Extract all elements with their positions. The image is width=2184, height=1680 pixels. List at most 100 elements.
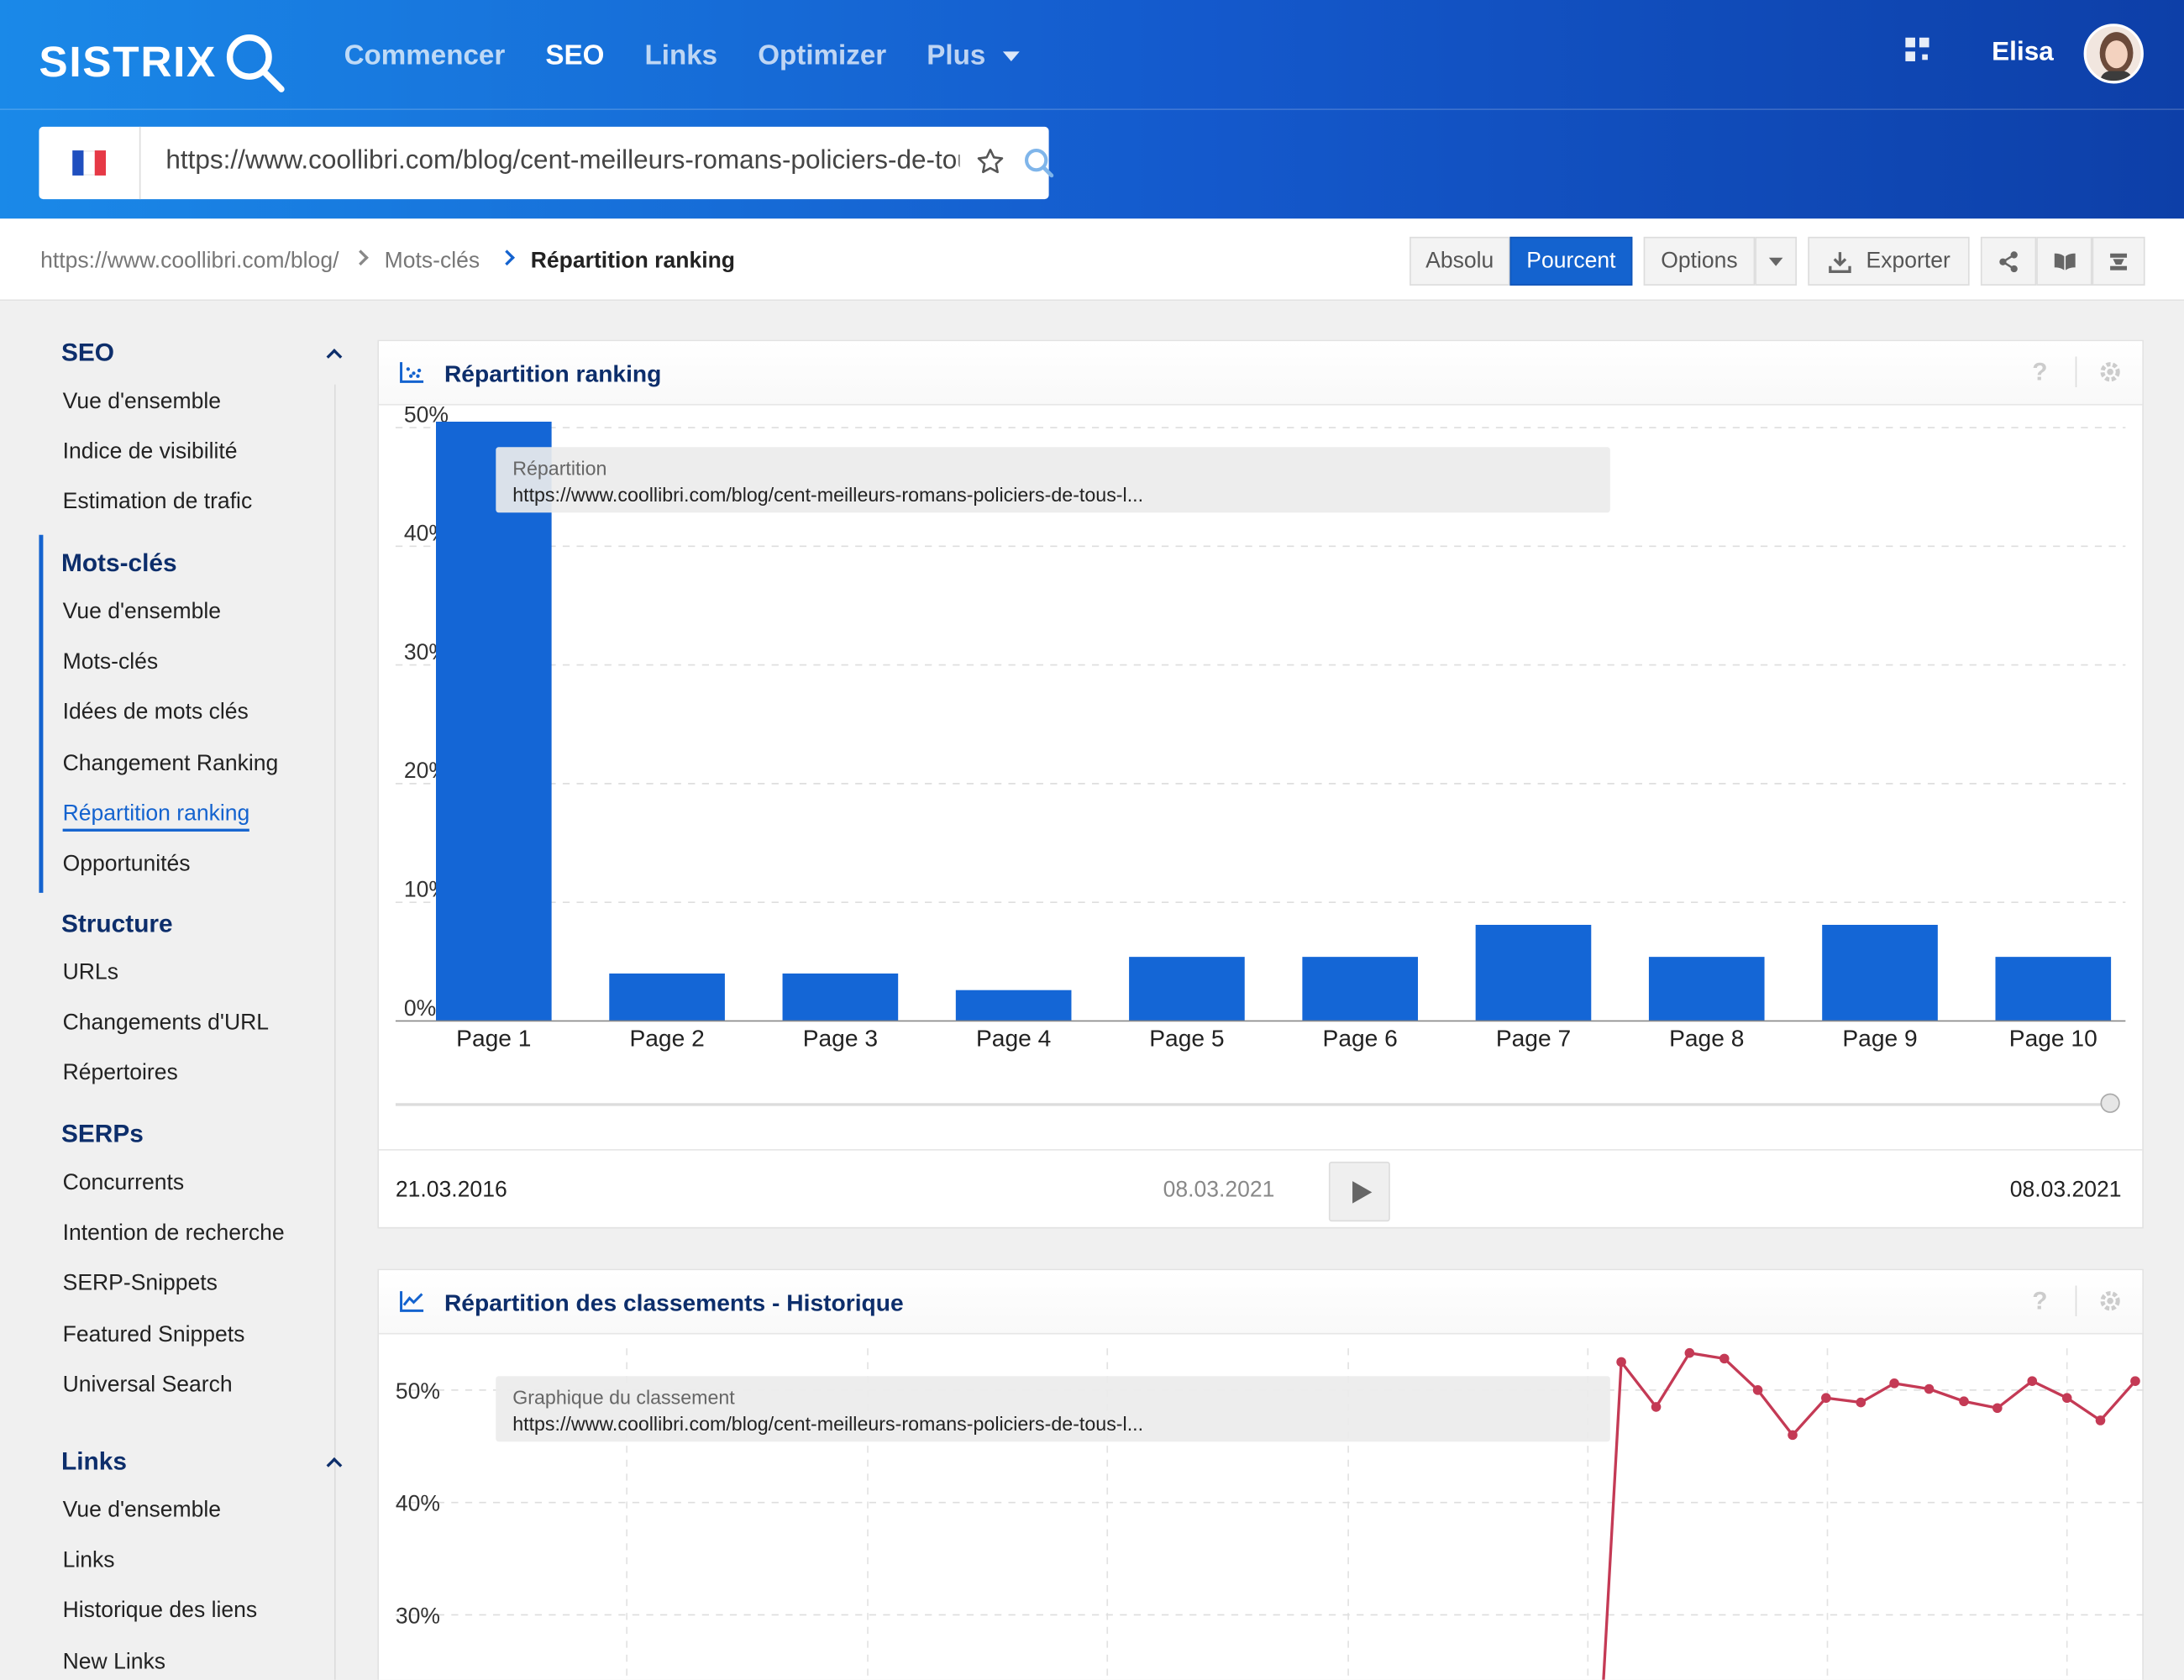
nav-optimizer[interactable]: Optimizer [758, 36, 886, 75]
sidebar-item-repartition-ranking[interactable]: Répartition ranking [62, 802, 250, 832]
help-icon[interactable]: ? [2032, 358, 2047, 387]
breadcrumb-domain[interactable]: https://www.coollibri.com/blog/ [40, 249, 344, 275]
options-button[interactable]: Options [1643, 236, 1756, 286]
data-point[interactable] [1821, 1393, 1831, 1404]
flag-stripe-red [94, 150, 107, 176]
chevron-up-icon[interactable] [326, 349, 343, 365]
timeline-slider-handle[interactable] [2100, 1093, 2120, 1113]
breadcrumb-chevron-icon [499, 249, 515, 266]
apps-grid-icon[interactable] [1905, 37, 1930, 63]
bar-page-4[interactable] [955, 990, 1072, 1021]
flag-stripe-blue [72, 150, 84, 176]
share-button[interactable] [1980, 236, 2037, 286]
pourcent-toggle-button[interactable]: Pourcent [1509, 236, 1633, 286]
data-point[interactable] [1959, 1396, 1969, 1407]
data-point[interactable] [1992, 1403, 2003, 1414]
sistrix-logo[interactable]: SISTRIX [39, 28, 289, 97]
bar-page-5[interactable] [1129, 957, 1245, 1021]
play-button[interactable] [1328, 1161, 1390, 1222]
nav-links[interactable]: Links [644, 36, 717, 75]
x-tick-label: Page 2 [629, 1024, 704, 1051]
sidebar-item-historique-des-liens[interactable]: Historique des liens [63, 1599, 258, 1625]
sidebar-item-concurrents[interactable]: Concurrents [63, 1172, 185, 1197]
sidebar-section-structure[interactable]: Structure [61, 910, 173, 939]
sidebar-item-intention-de-recherche[interactable]: Intention de recherche [63, 1222, 285, 1247]
bar-page-8[interactable] [1648, 957, 1765, 1021]
user-avatar[interactable] [2083, 24, 2144, 84]
sidebar-item-vue-d-ensemble[interactable]: Vue d'ensemble [63, 1499, 221, 1524]
sidebar-item-featured-snippets[interactable]: Featured Snippets [63, 1323, 245, 1348]
x-tick-label: Page 5 [1149, 1024, 1224, 1051]
bar-page-3[interactable] [782, 973, 899, 1021]
report-book-button[interactable] [2036, 236, 2092, 286]
data-point[interactable] [1924, 1383, 1935, 1394]
data-point[interactable] [1889, 1378, 1899, 1389]
absolu-toggle-button[interactable]: Absolu [1410, 236, 1510, 286]
nav-seo[interactable]: SEO [545, 36, 604, 75]
star-icon[interactable] [975, 146, 1005, 176]
breadcrumb-chevron-icon [353, 249, 369, 266]
gear-icon[interactable] [2097, 360, 2123, 385]
data-point[interactable] [1616, 1357, 1626, 1368]
search-icon[interactable] [1022, 146, 1056, 180]
breadcrumb-keywords[interactable]: Mots-clés [385, 249, 480, 275]
bar-page-6[interactable] [1302, 957, 1419, 1021]
nav-commencer[interactable]: Commencer [344, 36, 506, 75]
gear-icon[interactable] [2097, 1289, 2123, 1314]
nav-label: Optimizer [758, 39, 887, 71]
country-flag-selector[interactable] [39, 126, 141, 200]
data-point[interactable] [1788, 1430, 1798, 1441]
ranking-history-panel: Répartition des classements - Historique… [377, 1268, 2145, 1680]
data-point[interactable] [2095, 1415, 2106, 1425]
bar-page-9[interactable] [1822, 925, 1938, 1021]
sidebar-item-links[interactable]: Links [63, 1549, 115, 1574]
graduation-icon [2110, 252, 2128, 270]
data-point[interactable] [1856, 1397, 1866, 1408]
tutorial-button[interactable] [2092, 236, 2145, 286]
sidebar-item-vue-d-ensemble[interactable]: Vue d'ensemble [63, 390, 221, 415]
sidebar-item-mots-cles[interactable]: Mots-clés [63, 651, 159, 676]
data-point[interactable] [1719, 1353, 1730, 1364]
export-button[interactable]: Exporter [1808, 236, 1970, 286]
sidebar-section-serps[interactable]: SERPs [61, 1120, 144, 1149]
sidebar-item-changements-d-url[interactable]: Changements d'URL [63, 1011, 269, 1037]
y-tick-label: 30% [396, 1603, 440, 1628]
sidebar-section-seo[interactable]: SEO [61, 339, 114, 368]
sidebar-item-universal-search[interactable]: Universal Search [63, 1373, 233, 1399]
data-point[interactable] [1684, 1347, 1695, 1358]
sidebar-item-indice-de-visibilite[interactable]: Indice de visibilité [63, 440, 238, 465]
sidebar-item-changement-ranking[interactable]: Changement Ranking [63, 752, 279, 777]
sidebar-section-links[interactable]: Links [61, 1447, 127, 1477]
sidebar-section-mots-cles[interactable]: Mots-clés [61, 549, 177, 578]
help-icon[interactable]: ? [2032, 1287, 2047, 1316]
tooltip-url: https://www.coollibri.com/blog/cent-meil… [512, 1412, 1144, 1435]
sidebar-item-opportunites[interactable]: Opportunités [63, 853, 191, 878]
sidebar-item-idees-de-mots-cles[interactable]: Idées de mots clés [63, 701, 249, 727]
bar-page-10[interactable] [1995, 957, 2112, 1021]
bar-page-7[interactable] [1475, 925, 1592, 1021]
sidebar-item-estimation-de-trafic[interactable]: Estimation de trafic [63, 491, 253, 516]
sidebar-item-new-links[interactable]: New Links [63, 1650, 165, 1675]
data-point[interactable] [2061, 1393, 2072, 1404]
x-tick-label: Page 1 [456, 1024, 531, 1051]
data-point[interactable] [1651, 1402, 1662, 1412]
sidebar-item-repertoires[interactable]: Répertoires [63, 1062, 178, 1087]
options-dropdown-button[interactable] [1755, 236, 1798, 286]
user-name[interactable]: Elisa [1992, 38, 2054, 68]
bar-page-2[interactable] [609, 973, 725, 1021]
data-point[interactable] [2130, 1376, 2140, 1386]
sidebar-item-urls[interactable]: URLs [63, 961, 118, 986]
nav-label: Plus [927, 39, 986, 71]
data-point[interactable] [2027, 1376, 2038, 1386]
chevron-up-icon[interactable] [326, 1457, 343, 1473]
sidebar-item-serp-snippets[interactable]: SERP-Snippets [63, 1273, 218, 1298]
timeline-slider-track[interactable] [395, 1103, 2112, 1106]
nav-plus[interactable]: Plus [927, 36, 1020, 75]
download-icon [1828, 251, 1851, 273]
search-input[interactable]: https://www.coollibri.com/blog/cent-meil… [165, 146, 959, 176]
logo-text: SISTRIX [39, 37, 217, 87]
nav-label: Commencer [344, 39, 506, 71]
sidebar-item-vue-d-ensemble[interactable]: Vue d'ensemble [63, 601, 221, 626]
data-point[interactable] [1752, 1385, 1763, 1395]
series-line [1602, 1351, 2137, 1680]
